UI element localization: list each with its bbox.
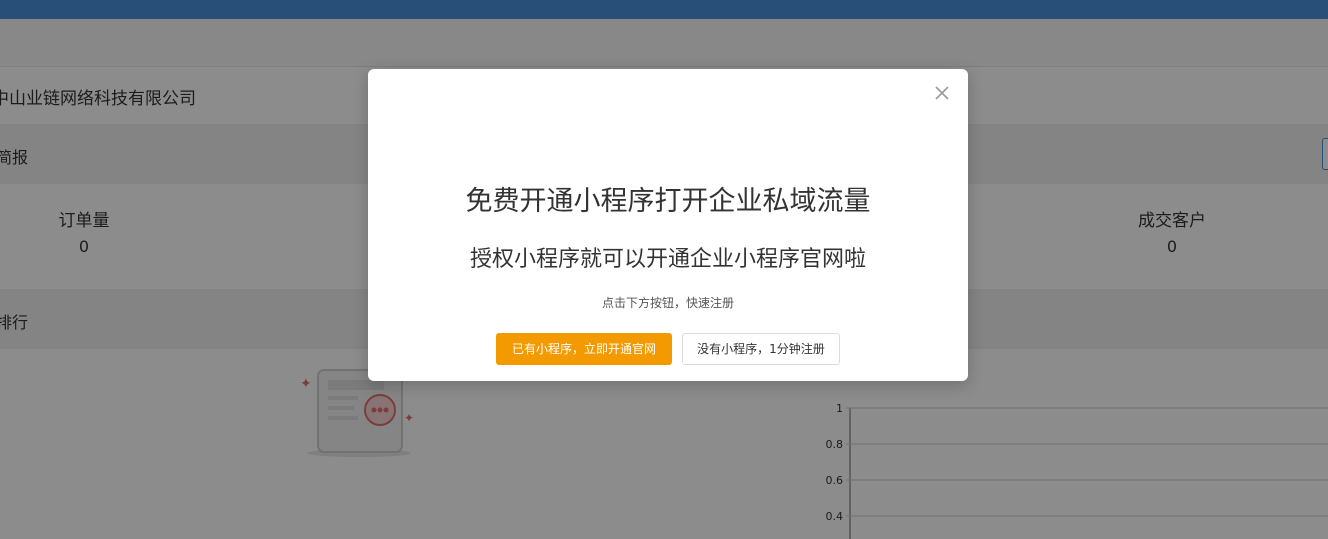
dialog-subtitle: 授权小程序就可以开通企业小程序官网啦	[469, 247, 866, 272]
dialog-hint: 点击下方按钮，快速注册	[601, 296, 734, 310]
page: 中山业链网络科技有限公司 简报 订单量 0 成交客户 0 排行 ✦ ✦ 1 0.8…	[0, 0, 1328, 539]
register-mini-program-button[interactable]: 没有小程序，1分钟注册	[682, 333, 840, 365]
open-website-button[interactable]: 已有小程序，立即开通官网	[496, 333, 672, 365]
dialog-title: 免费开通小程序打开企业私域流量	[465, 186, 871, 217]
close-icon[interactable]	[932, 83, 952, 103]
mini-program-dialog: 免费开通小程序打开企业私域流量 授权小程序就可以开通企业小程序官网啦 点击下方按…	[368, 69, 968, 381]
